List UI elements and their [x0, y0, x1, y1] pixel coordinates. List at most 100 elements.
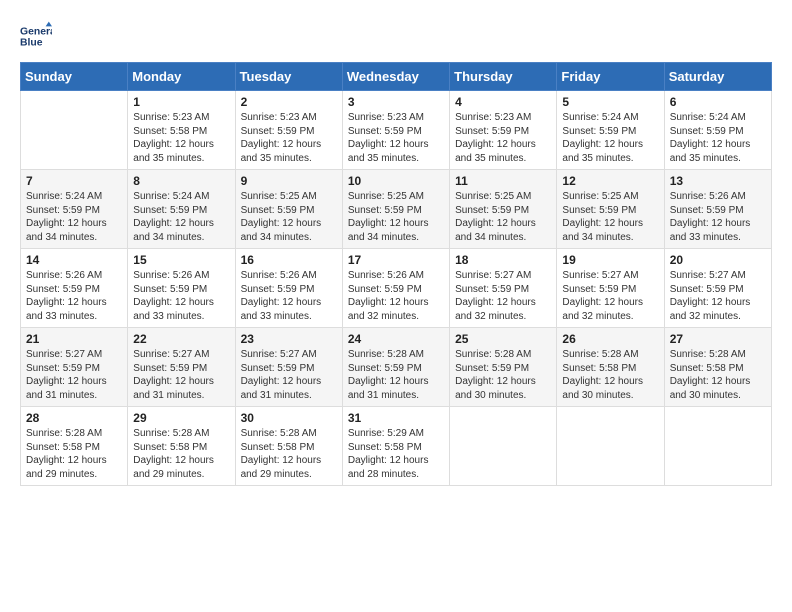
week-row-1: 1Sunrise: 5:23 AM Sunset: 5:58 PM Daylig…	[21, 91, 772, 170]
calendar-cell: 20 Sunrise: 5:27 AM Sunset: 5:59 PM Dayli…	[664, 249, 771, 328]
day-number: 6	[670, 95, 766, 109]
header-day-friday: Friday	[557, 63, 664, 91]
day-info: Sunrise: 5:28 AM Sunset: 5:58 PM Dayligh…	[562, 349, 643, 401]
day-info: Sunrise: 5:25 AM Sunset: 5:59 PM Dayligh…	[348, 191, 429, 243]
day-info: Sunrise: 5:23 AM Sunset: 5:59 PM Dayligh…	[348, 112, 429, 164]
day-number: 10	[348, 174, 444, 188]
calendar-cell: 9 Sunrise: 5:25 AM Sunset: 5:59 PM Daylig…	[235, 170, 342, 249]
calendar-cell: 30 Sunrise: 5:28 AM Sunset: 5:58 PM Dayli…	[235, 407, 342, 486]
day-info: Sunrise: 5:27 AM Sunset: 5:59 PM Dayligh…	[133, 349, 214, 401]
day-number: 1	[133, 95, 229, 109]
day-info: Sunrise: 5:24 AM Sunset: 5:59 PM Dayligh…	[670, 112, 751, 164]
day-info: Sunrise: 5:26 AM Sunset: 5:59 PM Dayligh…	[670, 191, 751, 243]
calendar-cell: 23 Sunrise: 5:27 AM Sunset: 5:59 PM Dayli…	[235, 328, 342, 407]
day-number: 4	[455, 95, 551, 109]
day-number: 28	[26, 411, 122, 425]
day-info: Sunrise: 5:25 AM Sunset: 5:59 PM Dayligh…	[562, 191, 643, 243]
page-header: General Blue	[20, 20, 772, 52]
calendar-cell: 31 Sunrise: 5:29 AM Sunset: 5:58 PM Dayli…	[342, 407, 449, 486]
calendar-cell	[664, 407, 771, 486]
calendar-cell: 16 Sunrise: 5:26 AM Sunset: 5:59 PM Dayli…	[235, 249, 342, 328]
calendar-cell: 1Sunrise: 5:23 AM Sunset: 5:58 PM Daylig…	[128, 91, 235, 170]
day-number: 18	[455, 253, 551, 267]
header-day-thursday: Thursday	[450, 63, 557, 91]
day-number: 12	[562, 174, 658, 188]
logo-icon: General Blue	[20, 20, 52, 52]
day-number: 25	[455, 332, 551, 346]
header-day-saturday: Saturday	[664, 63, 771, 91]
header-day-tuesday: Tuesday	[235, 63, 342, 91]
calendar-cell: 29 Sunrise: 5:28 AM Sunset: 5:58 PM Dayli…	[128, 407, 235, 486]
day-info: Sunrise: 5:25 AM Sunset: 5:59 PM Dayligh…	[241, 191, 322, 243]
day-number: 31	[348, 411, 444, 425]
calendar-cell: 4 Sunrise: 5:23 AM Sunset: 5:59 PM Daylig…	[450, 91, 557, 170]
calendar-cell: 12 Sunrise: 5:25 AM Sunset: 5:59 PM Dayli…	[557, 170, 664, 249]
day-info: Sunrise: 5:28 AM Sunset: 5:59 PM Dayligh…	[348, 349, 429, 401]
header-row: SundayMondayTuesdayWednesdayThursdayFrid…	[21, 63, 772, 91]
week-row-2: 7Sunrise: 5:24 AM Sunset: 5:59 PM Daylig…	[21, 170, 772, 249]
calendar-cell	[557, 407, 664, 486]
day-number: 20	[670, 253, 766, 267]
day-info: Sunrise: 5:27 AM Sunset: 5:59 PM Dayligh…	[562, 270, 643, 322]
calendar-cell: 22 Sunrise: 5:27 AM Sunset: 5:59 PM Dayli…	[128, 328, 235, 407]
day-info: Sunrise: 5:24 AM Sunset: 5:59 PM Dayligh…	[562, 112, 643, 164]
day-info: Sunrise: 5:26 AM Sunset: 5:59 PM Dayligh…	[241, 270, 322, 322]
calendar-cell	[21, 91, 128, 170]
week-row-4: 21 Sunrise: 5:27 AM Sunset: 5:59 PM Dayli…	[21, 328, 772, 407]
day-info: Sunrise: 5:26 AM Sunset: 5:59 PM Dayligh…	[26, 270, 107, 322]
day-number: 24	[348, 332, 444, 346]
header-day-monday: Monday	[128, 63, 235, 91]
day-info: Sunrise: 5:28 AM Sunset: 5:58 PM Dayligh…	[26, 428, 107, 480]
calendar-cell: 2Sunrise: 5:23 AM Sunset: 5:59 PM Daylig…	[235, 91, 342, 170]
calendar-table: SundayMondayTuesdayWednesdayThursdayFrid…	[20, 62, 772, 486]
header-day-wednesday: Wednesday	[342, 63, 449, 91]
day-number: 8	[133, 174, 229, 188]
calendar-cell: 7Sunrise: 5:24 AM Sunset: 5:59 PM Daylig…	[21, 170, 128, 249]
day-info: Sunrise: 5:26 AM Sunset: 5:59 PM Dayligh…	[348, 270, 429, 322]
day-number: 21	[26, 332, 122, 346]
day-number: 17	[348, 253, 444, 267]
day-number: 13	[670, 174, 766, 188]
day-info: Sunrise: 5:27 AM Sunset: 5:59 PM Dayligh…	[670, 270, 751, 322]
day-number: 11	[455, 174, 551, 188]
calendar-cell: 24 Sunrise: 5:28 AM Sunset: 5:59 PM Dayli…	[342, 328, 449, 407]
day-number: 29	[133, 411, 229, 425]
day-number: 3	[348, 95, 444, 109]
calendar-cell: 17 Sunrise: 5:26 AM Sunset: 5:59 PM Dayli…	[342, 249, 449, 328]
calendar-cell: 26 Sunrise: 5:28 AM Sunset: 5:58 PM Dayli…	[557, 328, 664, 407]
calendar-cell: 13 Sunrise: 5:26 AM Sunset: 5:59 PM Dayli…	[664, 170, 771, 249]
day-number: 23	[241, 332, 337, 346]
day-info: Sunrise: 5:24 AM Sunset: 5:59 PM Dayligh…	[133, 191, 214, 243]
week-row-3: 14Sunrise: 5:26 AM Sunset: 5:59 PM Dayli…	[21, 249, 772, 328]
day-info: Sunrise: 5:26 AM Sunset: 5:59 PM Dayligh…	[133, 270, 214, 322]
day-info: Sunrise: 5:24 AM Sunset: 5:59 PM Dayligh…	[26, 191, 107, 243]
calendar-cell	[450, 407, 557, 486]
calendar-cell: 14Sunrise: 5:26 AM Sunset: 5:59 PM Dayli…	[21, 249, 128, 328]
day-info: Sunrise: 5:27 AM Sunset: 5:59 PM Dayligh…	[241, 349, 322, 401]
day-number: 27	[670, 332, 766, 346]
svg-text:Blue: Blue	[20, 38, 43, 49]
calendar-cell: 28 Sunrise: 5:28 AM Sunset: 5:58 PM Dayli…	[21, 407, 128, 486]
day-info: Sunrise: 5:27 AM Sunset: 5:59 PM Dayligh…	[26, 349, 107, 401]
day-info: Sunrise: 5:29 AM Sunset: 5:58 PM Dayligh…	[348, 428, 429, 480]
day-info: Sunrise: 5:25 AM Sunset: 5:59 PM Dayligh…	[455, 191, 536, 243]
calendar-cell: 21 Sunrise: 5:27 AM Sunset: 5:59 PM Dayli…	[21, 328, 128, 407]
week-row-5: 28 Sunrise: 5:28 AM Sunset: 5:58 PM Dayli…	[21, 407, 772, 486]
day-number: 9	[241, 174, 337, 188]
calendar-cell: 19 Sunrise: 5:27 AM Sunset: 5:59 PM Dayli…	[557, 249, 664, 328]
svg-text:General: General	[20, 26, 52, 37]
day-info: Sunrise: 5:23 AM Sunset: 5:59 PM Dayligh…	[455, 112, 536, 164]
calendar-cell: 5 Sunrise: 5:24 AM Sunset: 5:59 PM Daylig…	[557, 91, 664, 170]
day-number: 5	[562, 95, 658, 109]
calendar-cell: 8 Sunrise: 5:24 AM Sunset: 5:59 PM Daylig…	[128, 170, 235, 249]
day-info: Sunrise: 5:28 AM Sunset: 5:58 PM Dayligh…	[241, 428, 322, 480]
logo: General Blue	[20, 20, 56, 52]
day-number: 16	[241, 253, 337, 267]
day-number: 22	[133, 332, 229, 346]
calendar-header: SundayMondayTuesdayWednesdayThursdayFrid…	[21, 63, 772, 91]
calendar-cell: 11 Sunrise: 5:25 AM Sunset: 5:59 PM Dayli…	[450, 170, 557, 249]
day-number: 26	[562, 332, 658, 346]
day-number: 30	[241, 411, 337, 425]
day-info: Sunrise: 5:28 AM Sunset: 5:58 PM Dayligh…	[133, 428, 214, 480]
day-number: 19	[562, 253, 658, 267]
